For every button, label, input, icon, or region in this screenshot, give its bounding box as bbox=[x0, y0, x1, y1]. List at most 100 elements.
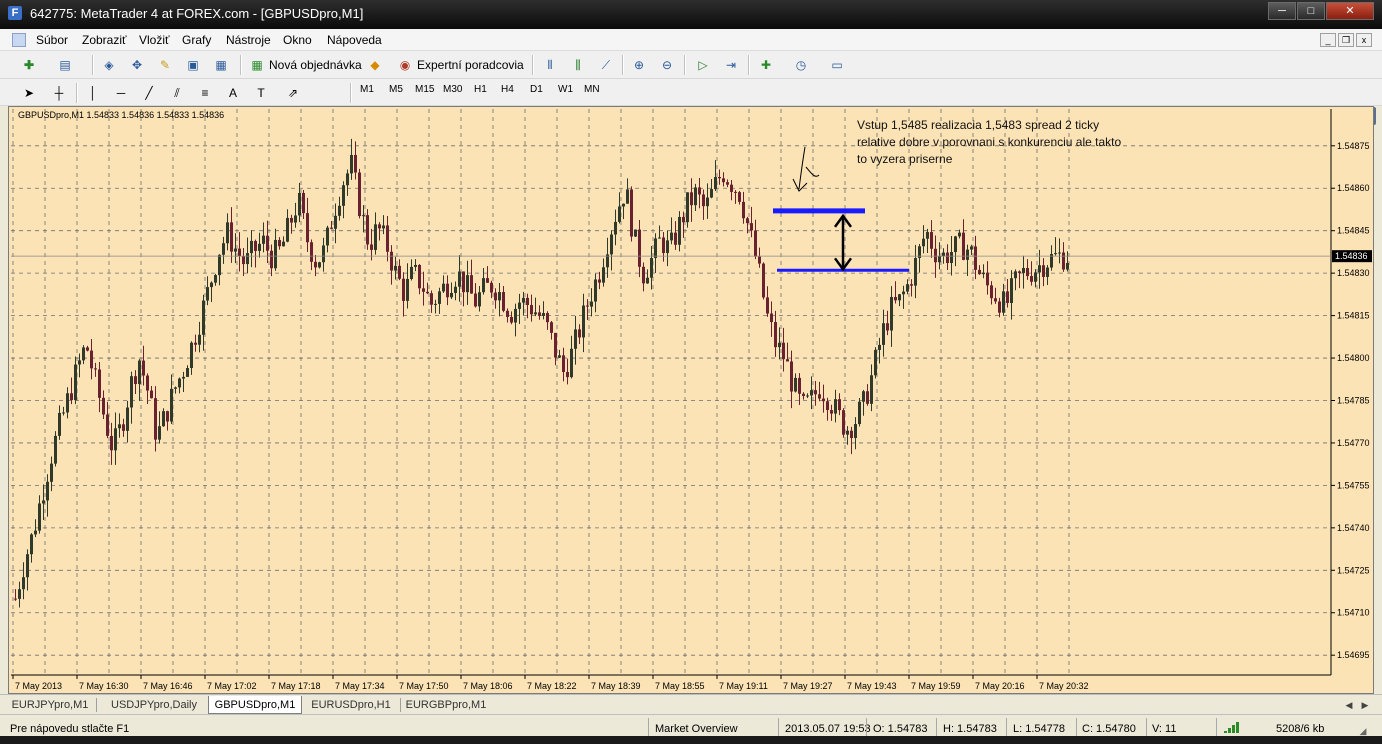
crosshair-icon[interactable]: ┼ bbox=[50, 84, 68, 102]
candle-body bbox=[362, 215, 365, 217]
terminal-icon[interactable]: ▣ bbox=[184, 56, 202, 74]
menu-view[interactable]: Zobraziť bbox=[82, 33, 127, 47]
candle-body bbox=[710, 189, 713, 198]
candle-body bbox=[782, 342, 785, 360]
candle-body bbox=[70, 393, 73, 401]
candle-body bbox=[842, 410, 845, 435]
new-chart-icon[interactable]: ✚ bbox=[20, 56, 38, 74]
timeframe-m1[interactable]: M1 bbox=[360, 84, 374, 95]
expert-advisors-button[interactable]: Expertní poradcovia bbox=[417, 55, 524, 76]
line-chart-icon[interactable]: ⟋ bbox=[597, 56, 615, 74]
strategy-tester-icon[interactable]: ▦ bbox=[212, 56, 230, 74]
candle-body bbox=[1022, 267, 1025, 274]
zoom-in-icon[interactable]: ⊕ bbox=[630, 56, 648, 74]
tab-scroll-right-icon[interactable]: ▶ bbox=[1356, 696, 1374, 714]
mdi-restore-button[interactable]: ❐ bbox=[1338, 33, 1354, 47]
candle-body bbox=[434, 303, 437, 305]
x-tick-label: 7 May 18:55 bbox=[655, 681, 705, 691]
candle-body bbox=[498, 292, 501, 301]
market-watch-icon[interactable]: ◈ bbox=[100, 56, 118, 74]
candle-body bbox=[1018, 271, 1021, 274]
maximize-button[interactable]: □ bbox=[1297, 2, 1325, 20]
cursor-icon[interactable]: ➤ bbox=[20, 84, 38, 102]
mdi-minimize-button[interactable]: _ bbox=[1320, 33, 1336, 47]
profiles-icon[interactable]: ▤ bbox=[56, 56, 74, 74]
candle-body bbox=[202, 300, 205, 335]
close-button[interactable]: ✕ bbox=[1326, 2, 1374, 20]
timeframe-d1[interactable]: D1 bbox=[530, 84, 543, 95]
candle-body bbox=[382, 225, 385, 229]
candle-body bbox=[426, 291, 429, 294]
candle-body bbox=[406, 278, 409, 301]
menu-help[interactable]: Nápoveda bbox=[327, 33, 382, 47]
horizontal-line-icon[interactable]: ─ bbox=[112, 84, 130, 102]
tab-eurjpy-m1[interactable]: EURJPYpro,M1 bbox=[8, 696, 92, 714]
timeframe-m30[interactable]: M30 bbox=[443, 84, 462, 95]
candle-body bbox=[298, 192, 301, 216]
candle-body bbox=[466, 275, 469, 293]
experts-icon[interactable]: ◉ bbox=[396, 56, 414, 74]
candle-body bbox=[370, 244, 373, 250]
chart-annotation-text[interactable]: Vstup 1,5485 realizacia 1,5483 spread 2 … bbox=[857, 117, 1197, 168]
menu-file[interactable]: Súbor bbox=[36, 33, 68, 47]
price-chart[interactable]: 1.54875 1.54860 1.54845 1.54830 1.54815 1.548… bbox=[8, 106, 1374, 694]
channel-icon[interactable]: ⫽ bbox=[168, 84, 186, 102]
app-logo-icon: F bbox=[8, 6, 22, 20]
auto-scroll-icon[interactable]: ▷ bbox=[694, 56, 712, 74]
candle-body bbox=[154, 398, 157, 440]
menu-window[interactable]: Okno bbox=[283, 33, 312, 47]
chart-shift-icon[interactable]: ⇥ bbox=[722, 56, 740, 74]
new-order-icon[interactable]: ▦ bbox=[248, 56, 266, 74]
candle-body bbox=[1014, 271, 1017, 279]
zoom-out-icon[interactable]: ⊖ bbox=[658, 56, 676, 74]
arrows-icon[interactable]: ⇗ bbox=[284, 84, 302, 102]
timeframe-h1[interactable]: H1 bbox=[474, 84, 487, 95]
candle-body bbox=[346, 173, 349, 186]
menu-tools[interactable]: Nástroje bbox=[226, 33, 271, 47]
timeframe-h4[interactable]: H4 bbox=[501, 84, 514, 95]
document-icon[interactable] bbox=[12, 33, 26, 47]
candle-body bbox=[674, 232, 677, 245]
menu-insert[interactable]: Vložiť bbox=[139, 33, 170, 47]
candle-body bbox=[18, 589, 21, 599]
candle-body bbox=[594, 279, 597, 302]
trendline-icon[interactable]: ╱ bbox=[140, 84, 158, 102]
tab-usdjpy-daily[interactable]: USDJPYpro,Daily bbox=[104, 696, 204, 714]
candle-body bbox=[902, 291, 905, 295]
new-order-button[interactable]: Nová objednávka bbox=[269, 55, 362, 76]
signal-bar bbox=[1224, 731, 1227, 733]
periods-icon[interactable]: ◷ bbox=[792, 56, 810, 74]
x-tick-label: 7 May 16:30 bbox=[79, 681, 129, 691]
data-window-icon[interactable]: ✎ bbox=[156, 56, 174, 74]
tab-eurgbp-m1[interactable]: EURGBPpro,M1 bbox=[404, 696, 488, 714]
timeframe-w1[interactable]: W1 bbox=[558, 84, 573, 95]
navigator-icon[interactable]: ✥ bbox=[128, 56, 146, 74]
taskbar-strip bbox=[0, 736, 1382, 744]
candle-body bbox=[146, 375, 149, 391]
text-icon[interactable]: A bbox=[224, 84, 242, 102]
mdi-close-button[interactable]: x bbox=[1356, 33, 1372, 47]
timeframe-m15[interactable]: M15 bbox=[415, 84, 434, 95]
vertical-line-icon[interactable]: │ bbox=[84, 84, 102, 102]
metaeditor-icon[interactable]: ◆ bbox=[366, 56, 384, 74]
bar-chart-icon[interactable]: ⫴ bbox=[541, 56, 559, 74]
fibonacci-icon[interactable]: ≡ bbox=[196, 84, 214, 102]
tab-eurusd-h1[interactable]: EURUSDpro,H1 bbox=[306, 696, 396, 714]
candle-body bbox=[618, 206, 621, 222]
candle-body bbox=[162, 411, 165, 427]
candle-body bbox=[78, 360, 81, 365]
tab-gbpusd-m1[interactable]: GBPUSDpro,M1 bbox=[208, 696, 302, 714]
timeframe-m5[interactable]: M5 bbox=[389, 84, 403, 95]
text-label-icon[interactable]: T bbox=[252, 84, 270, 102]
candle-body bbox=[818, 394, 821, 399]
indicators-icon[interactable]: ✚ bbox=[757, 56, 775, 74]
minimize-button[interactable]: ─ bbox=[1268, 2, 1296, 20]
timeframe-mn[interactable]: MN bbox=[584, 84, 600, 95]
candle-body bbox=[194, 342, 197, 345]
x-tick-label: 7 May 19:11 bbox=[719, 681, 768, 691]
candlestick-icon[interactable]: ⫼ bbox=[569, 56, 587, 74]
candle-body bbox=[746, 218, 749, 224]
candle-body bbox=[422, 288, 425, 292]
menu-charts[interactable]: Grafy bbox=[182, 33, 211, 47]
templates-icon[interactable]: ▭ bbox=[828, 56, 846, 74]
